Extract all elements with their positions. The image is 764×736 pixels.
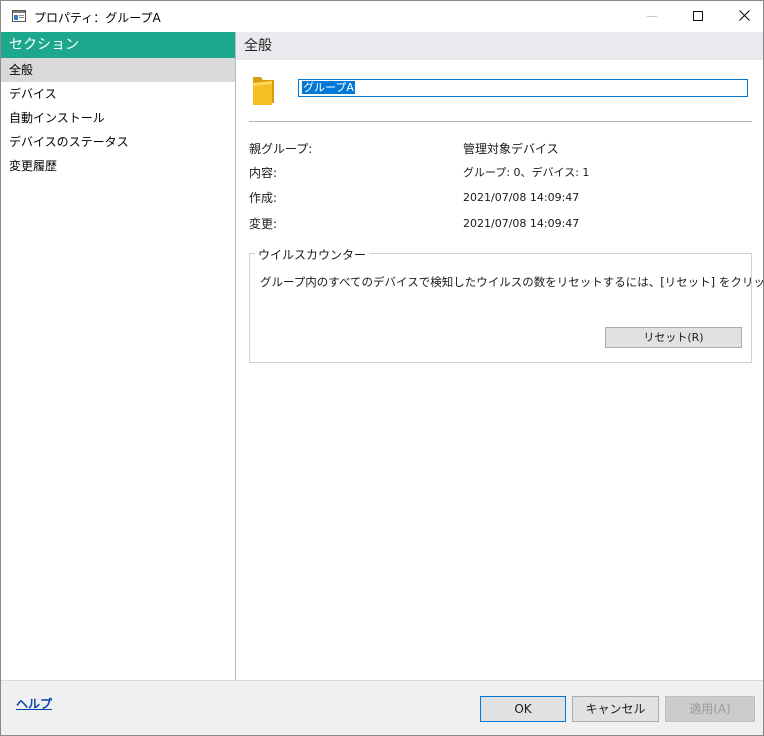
folder-icon (250, 73, 278, 107)
created-value: 2021/07/08 14:09:47 (463, 191, 580, 204)
general-panel: 全般 グループA 親グループ: 管理対象デバイス 内容: グループ: 0、デバイ… (236, 32, 763, 680)
panel-title: 全般 (236, 32, 763, 60)
virus-counter-group: ウイルスカウンター グループ内のすべてのデバイスで検知したウイルスの数をリセット… (249, 246, 763, 363)
created-label: 作成: (249, 191, 278, 205)
sidebar-item-device-status[interactable]: デバイスのステータス (1, 130, 235, 154)
modified-value: 2021/07/08 14:09:47 (463, 217, 580, 230)
help-link[interactable]: ヘルプ (16, 695, 52, 712)
group-name-text: グループA (302, 81, 355, 94)
apply-button[interactable]: 適用(A) (665, 696, 755, 722)
maximize-button[interactable] (675, 1, 721, 32)
sidebar-item-general[interactable]: 全般 (1, 58, 235, 82)
parent-group-label: 親グループ: (249, 142, 313, 156)
sidebar-item-devices[interactable]: デバイス (1, 82, 235, 106)
close-icon (738, 9, 750, 24)
virus-counter-description: グループ内のすべてのデバイスで検知したウイルスの数をリセットするには、[リセット… (260, 275, 764, 289)
properties-window-icon (12, 10, 26, 22)
group-name-field[interactable]: グループA (298, 79, 748, 97)
minimize-icon (647, 10, 657, 24)
reset-button[interactable]: リセット(R) (605, 327, 742, 348)
divider (249, 121, 752, 122)
properties-window: プロパティ：グループA セクション 全般 デバイス 自動インストール デバイスの… (0, 0, 764, 736)
title-bar[interactable]: プロパティ：グループA (1, 1, 763, 32)
section-sidebar: セクション 全般 デバイス 自動インストール デバイスのステータス 変更履歴 (1, 32, 236, 680)
close-button[interactable] (721, 1, 763, 32)
sidebar-item-auto-install[interactable]: 自動インストール (1, 106, 235, 130)
virus-counter-legend: ウイルスカウンター (255, 246, 370, 263)
parent-group-value: 管理対象デバイス (463, 142, 559, 156)
ok-button[interactable]: OK (480, 696, 566, 722)
sidebar-header: セクション (1, 32, 235, 58)
dialog-footer: ヘルプ OK キャンセル 適用(A) (1, 680, 763, 735)
window-title: プロパティ：グループA (34, 11, 161, 25)
modified-label: 変更: (249, 217, 278, 231)
content-value: グループ: 0、デバイス: 1 (463, 166, 590, 179)
sidebar-item-change-history[interactable]: 変更履歴 (1, 154, 235, 178)
cancel-button[interactable]: キャンセル (572, 696, 659, 722)
content-label: 内容: (249, 166, 278, 180)
minimize-button[interactable] (629, 1, 675, 32)
maximize-icon (693, 10, 703, 24)
